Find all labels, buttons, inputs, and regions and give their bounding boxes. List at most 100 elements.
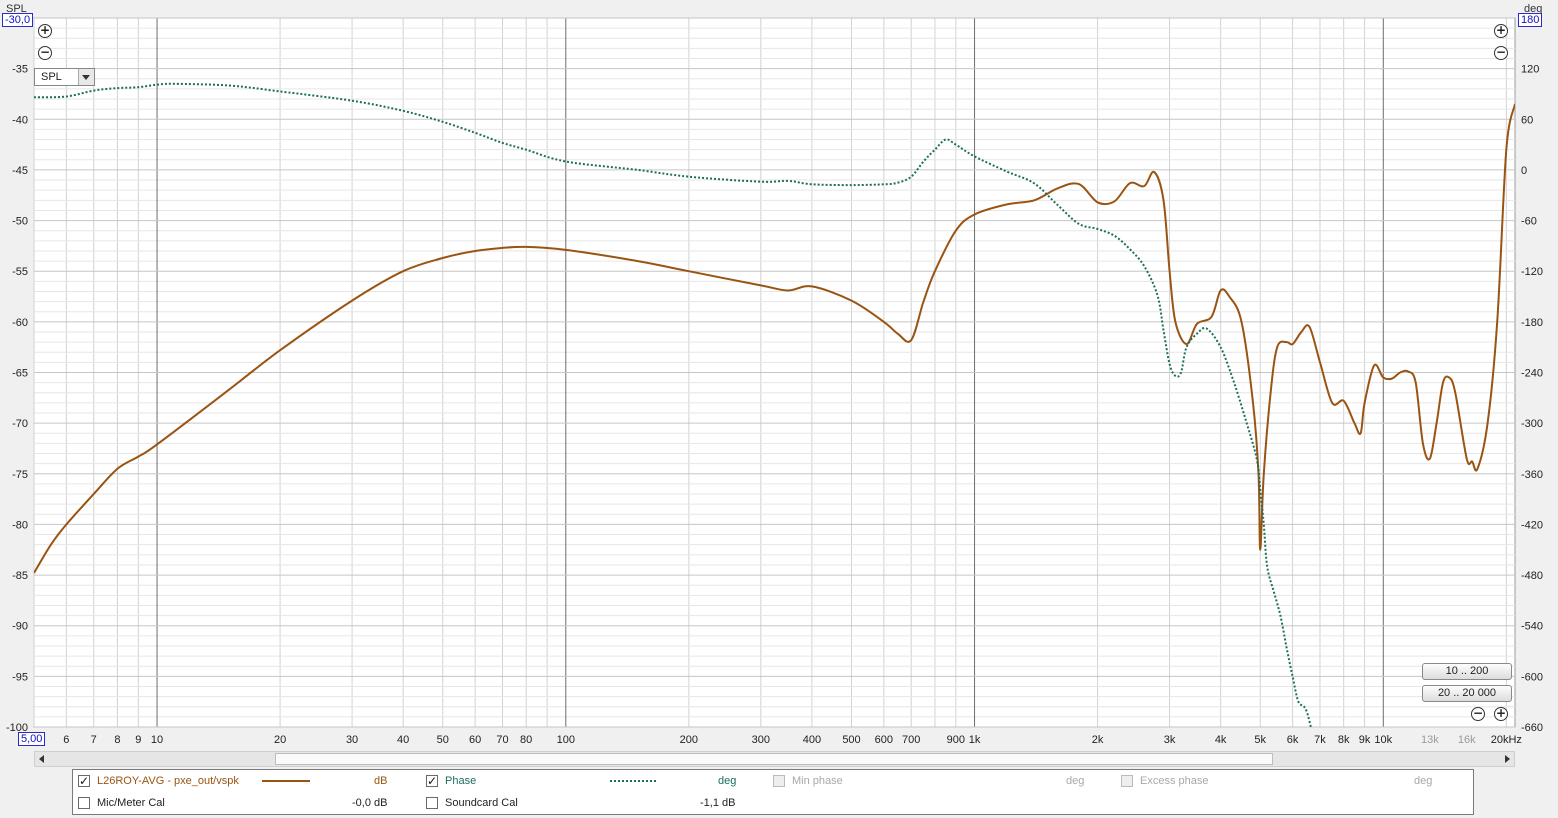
- x-tick-label: 13k: [1421, 734, 1439, 746]
- x-tick-label: 200: [680, 734, 698, 746]
- spl-select[interactable]: SPL: [34, 68, 95, 86]
- x-tick-label: 70: [496, 734, 508, 746]
- y2-tick-label: -480: [1521, 570, 1543, 582]
- y2-tick-label: 0: [1521, 165, 1527, 177]
- y2-tick-label: -540: [1521, 621, 1543, 633]
- y2-tick-label: -300: [1521, 418, 1543, 430]
- x-tick-label: 7: [91, 734, 97, 746]
- x-tick-label: 16k: [1458, 734, 1476, 746]
- y2-tick-label: -180: [1521, 317, 1543, 329]
- horizontal-scrollbar[interactable]: [34, 751, 1515, 767]
- legend-value-mic-cal: -0,0 dB: [352, 797, 388, 809]
- legend-checkbox-spl[interactable]: ✓: [78, 775, 90, 787]
- scroll-left-icon[interactable]: [39, 755, 44, 763]
- legend-checkbox-phase[interactable]: ✓: [426, 775, 438, 787]
- x-tick-label: 4k: [1215, 734, 1227, 746]
- y-tick-label: -35: [12, 64, 28, 76]
- y-tick-label: -50: [12, 216, 28, 228]
- x-tick-label: 8: [114, 734, 120, 746]
- y-tick-label: -75: [12, 469, 28, 481]
- y2-tick-label: -60: [1521, 216, 1537, 228]
- chevron-down-icon[interactable]: [78, 69, 94, 85]
- frequency-response-plot[interactable]: 6 7 8 9 10 20 30 40 50 60 70 80 100 200 300 400 500 600 70…: [0, 0, 1558, 818]
- legend-label-excess-phase: Excess phase: [1140, 775, 1209, 787]
- y-tick-label: -70: [12, 418, 28, 430]
- legend-label-spl: L26ROY-AVG - pxe_out/vspk: [97, 775, 239, 787]
- x-tick-label: 20kHz: [1491, 734, 1522, 746]
- y-tick-label: -60: [12, 317, 28, 329]
- legend-checkbox-soundcard-cal[interactable]: [426, 797, 438, 809]
- y-tick-label: -55: [12, 266, 28, 278]
- x-tick-label: 600: [875, 734, 893, 746]
- y2-tick-label: 120: [1521, 64, 1539, 76]
- legend-swatch-phase: [610, 780, 658, 782]
- legend-panel: ✓ L26ROY-AVG - pxe_out/vspk dB ✓ Phase d…: [72, 769, 1474, 815]
- y-tick-label: -85: [12, 570, 28, 582]
- y2-tick-label: -240: [1521, 368, 1543, 380]
- x-tick-label: 10k: [1374, 734, 1392, 746]
- y2-tick-label: -600: [1521, 671, 1543, 683]
- zoom-out-right-icon[interactable]: −: [1494, 46, 1508, 60]
- x-tick-label: 20: [274, 734, 286, 746]
- x-tick-label: 900: [947, 734, 965, 746]
- scrollbar-thumb[interactable]: [275, 753, 1273, 765]
- legend-unit-spl: dB: [374, 775, 388, 787]
- legend-label-min-phase: Min phase: [792, 775, 843, 787]
- x-tick-label: 700: [902, 734, 920, 746]
- y2-tick-label: 60: [1521, 114, 1533, 126]
- y-tick-label: -95: [12, 671, 28, 683]
- x-tick-label: 30: [346, 734, 358, 746]
- x-tick-label: 5k: [1254, 734, 1266, 746]
- legend-label-mic-cal: Mic/Meter Cal: [97, 797, 165, 809]
- legend-label-soundcard-cal: Soundcard Cal: [445, 797, 518, 809]
- y2-tick-label: -660: [1521, 722, 1543, 734]
- x-tick-label: 6: [63, 734, 69, 746]
- zoom-out-x-icon[interactable]: −: [1471, 707, 1485, 721]
- x-axis-min-value[interactable]: 5,00: [18, 732, 46, 746]
- legend-unit-phase: deg: [718, 775, 737, 787]
- left-axis-top-value[interactable]: -30,0: [2, 13, 34, 27]
- legend-label-phase: Phase: [445, 775, 477, 787]
- right-axis-top-value[interactable]: 180: [1518, 13, 1543, 27]
- x-tick-label: 100: [557, 734, 575, 746]
- zoom-in-icon[interactable]: +: [38, 24, 52, 38]
- x-tick-label: 6k: [1287, 734, 1299, 746]
- x-tick-label: 3k: [1164, 734, 1176, 746]
- y-tick-label: -80: [12, 519, 28, 531]
- x-tick-label: 500: [842, 734, 860, 746]
- x-tick-label: 9k: [1359, 734, 1371, 746]
- x-tick-label: 40: [397, 734, 409, 746]
- y-tick-label: -65: [12, 368, 28, 380]
- zoom-out-icon[interactable]: −: [38, 46, 52, 60]
- x-tick-label: 1k: [969, 734, 981, 746]
- zoom-in-x-icon[interactable]: +: [1494, 707, 1508, 721]
- y-tick-label: -40: [12, 114, 28, 126]
- y2-tick-label: -420: [1521, 519, 1543, 531]
- legend-checkbox-mic-cal[interactable]: [78, 797, 90, 809]
- x-tick-label: 80: [520, 734, 532, 746]
- y2-tick-label: -360: [1521, 469, 1543, 481]
- legend-value-soundcard-cal: -1,1 dB: [700, 797, 736, 809]
- x-tick-label: 2k: [1092, 734, 1104, 746]
- x-tick-label: 8k: [1338, 734, 1350, 746]
- legend-checkbox-excess-phase[interactable]: [1121, 775, 1133, 787]
- legend-checkbox-min-phase[interactable]: [773, 775, 785, 787]
- y2-tick-label: -120: [1521, 266, 1543, 278]
- y-tick-label: -90: [12, 621, 28, 633]
- y-tick-label: -45: [12, 165, 28, 177]
- x-tick-label: 400: [803, 734, 821, 746]
- legend-unit-min-phase: deg: [1066, 775, 1085, 787]
- x-tick-label: 50: [437, 734, 449, 746]
- zoom-in-right-icon[interactable]: +: [1494, 24, 1508, 38]
- range-10-200-button[interactable]: 10 .. 200: [1422, 663, 1512, 680]
- x-tick-label: 60: [469, 734, 481, 746]
- x-tick-label: 10: [151, 734, 163, 746]
- x-tick-label: 9: [135, 734, 141, 746]
- legend-swatch-spl: [262, 780, 310, 782]
- x-tick-label: 300: [752, 734, 770, 746]
- spl-select-value: SPL: [41, 71, 62, 83]
- x-tick-label: 7k: [1314, 734, 1326, 746]
- range-20-20000-button[interactable]: 20 .. 20 000: [1422, 685, 1512, 702]
- legend-unit-excess-phase: deg: [1414, 775, 1433, 787]
- scroll-right-icon[interactable]: [1505, 755, 1510, 763]
